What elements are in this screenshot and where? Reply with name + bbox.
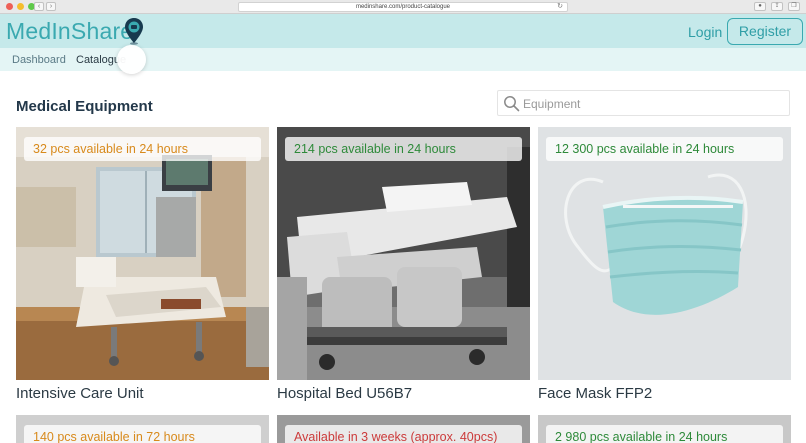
- browser-toolbar: ‹ › medinshare.com/product-catalogue ↻ ●…: [0, 0, 806, 14]
- download-icon[interactable]: ●: [754, 2, 766, 11]
- product-title[interactable]: Intensive Care Unit: [16, 385, 144, 402]
- site-header: MedInShare Login Register: [0, 14, 806, 48]
- back-arrow-icon[interactable]: ‹: [34, 2, 44, 11]
- minimize-window-button[interactable]: [17, 3, 24, 10]
- product-card[interactable]: 140 pcs available in 72 hours: [16, 415, 269, 443]
- availability-badge: 2 980 pcs available in 24 hours: [546, 425, 783, 443]
- section-title: Medical Equipment: [16, 98, 153, 115]
- nav-dashboard[interactable]: Dashboard: [12, 54, 66, 66]
- forward-arrow-icon[interactable]: ›: [46, 2, 56, 11]
- reload-icon[interactable]: ↻: [557, 3, 563, 11]
- location-pin-icon: [125, 18, 143, 45]
- search-input[interactable]: [523, 94, 783, 113]
- product-image-face-mask[interactable]: [538, 127, 791, 380]
- address-bar[interactable]: medinshare.com/product-catalogue ↻: [238, 2, 568, 12]
- search-icon: [504, 96, 520, 112]
- window-controls: [6, 3, 35, 10]
- logo-text[interactable]: MedInShare: [6, 18, 133, 45]
- availability-badge: Available in 3 weeks (approx. 40pcs): [285, 425, 522, 443]
- product-card[interactable]: 2 980 pcs available in 24 hours: [538, 415, 791, 443]
- url-text: medinshare.com/product-catalogue: [355, 4, 451, 10]
- availability-badge: 214 pcs available in 24 hours: [285, 137, 522, 161]
- product-image-hospital-bed[interactable]: [277, 127, 530, 380]
- tabs-icon[interactable]: ❐: [788, 2, 800, 11]
- product-title[interactable]: Face Mask FFP2: [538, 385, 652, 402]
- availability-badge: 32 pcs available in 24 hours: [24, 137, 261, 161]
- cursor-highlight: [117, 45, 146, 74]
- close-window-button[interactable]: [6, 3, 13, 10]
- availability-badge: 140 pcs available in 72 hours: [24, 425, 261, 443]
- availability-badge: 12 300 pcs available in 24 hours: [546, 137, 783, 161]
- login-link[interactable]: Login: [688, 24, 722, 40]
- share-icon[interactable]: ⇪: [771, 2, 783, 11]
- register-button[interactable]: Register: [727, 18, 803, 45]
- product-title[interactable]: Hospital Bed U56B7: [277, 385, 412, 402]
- product-image-icu[interactable]: [16, 127, 269, 380]
- product-card[interactable]: Available in 3 weeks (approx. 40pcs): [277, 415, 530, 443]
- search-box[interactable]: [497, 90, 790, 116]
